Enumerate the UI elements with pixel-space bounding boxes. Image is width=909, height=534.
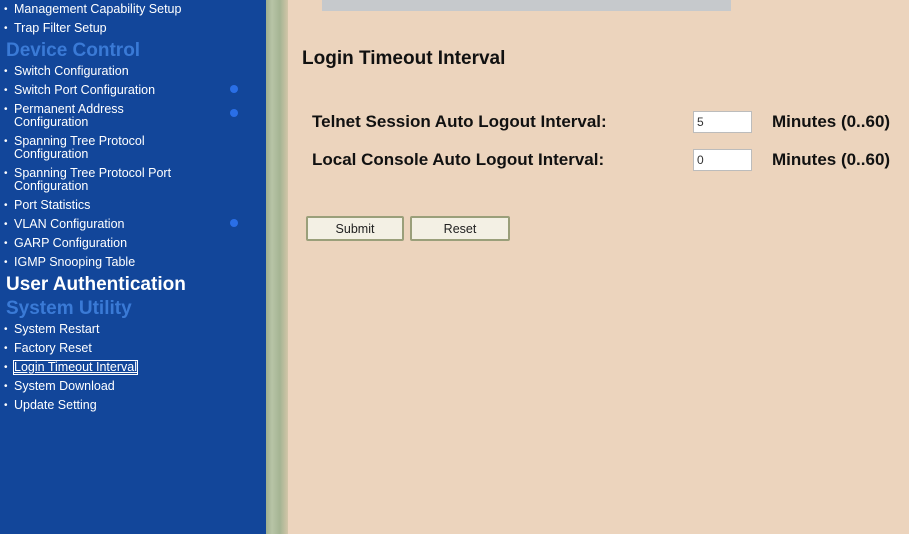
bullet-icon: • [4, 23, 8, 34]
sidebar-item-label: Switch Port Configuration [14, 83, 156, 97]
bullet-icon: • [4, 400, 8, 411]
sidebar-item-permanent-address-configuration[interactable]: • Permanent Address Configuration [4, 101, 266, 133]
frame-divider[interactable] [266, 0, 288, 534]
sidebar-item-switch-configuration[interactable]: • Switch Configuration [4, 63, 266, 82]
sidebar-item-label: Port Statistics [14, 198, 91, 212]
sidebar-item-switch-port-configuration[interactable]: • Switch Port Configuration [4, 82, 266, 101]
sidebar-item-vlan-configuration[interactable]: • VLAN Configuration [4, 216, 266, 235]
console-timeout-label: Local Console Auto Logout Interval: [312, 150, 605, 169]
sidebar-item-update-setting[interactable]: • Update Setting [4, 397, 266, 416]
sidebar-item-label: GARP Configuration [14, 236, 128, 250]
console-timeout-row: Local Console Auto Logout Interval: Minu… [312, 147, 909, 173]
sidebar-item-label: Login Timeout Interval [13, 360, 138, 375]
sidebar-item-label: Permanent Address Configuration [14, 102, 124, 129]
bullet-icon: • [4, 85, 8, 96]
sidebar-item-label: IGMP Snooping Table [14, 255, 136, 269]
bullet-icon: • [4, 136, 8, 147]
sidebar-item-label: Management Capability Setup [14, 2, 182, 16]
console-timeout-unit: Minutes (0..60) [772, 150, 891, 169]
bullet-icon: • [4, 200, 8, 211]
top-frame-bar [322, 0, 731, 11]
telnet-timeout-unit: Minutes (0..60) [772, 112, 891, 131]
sidebar-item-label: Trap Filter Setup [14, 21, 107, 35]
bullet-icon: • [4, 362, 8, 373]
section-header-system-utility[interactable]: System Utility [4, 297, 266, 321]
page-title: Login Timeout Interval [302, 48, 506, 69]
sidebar-item-label: System Download [14, 379, 115, 393]
section-header-user-authentication[interactable]: User Authentication [4, 273, 266, 297]
submit-button[interactable]: Submit [306, 216, 404, 241]
console-timeout-input[interactable] [693, 149, 752, 171]
sidebar-item-label: Spanning Tree Protocol Port Configuratio… [14, 166, 172, 193]
sidebar-item-label: Spanning Tree Protocol Configuration [14, 134, 145, 161]
sidebar-item-system-download[interactable]: • System Download [4, 378, 266, 397]
sidebar-item-label: VLAN Configuration [14, 217, 125, 231]
reset-button[interactable]: Reset [410, 216, 510, 241]
submenu-indicator-icon[interactable] [230, 109, 238, 117]
bullet-icon: • [4, 324, 8, 335]
sidebar-item-port-statistics[interactable]: • Port Statistics [4, 197, 266, 216]
sidebar-item-login-timeout-interval[interactable]: • Login Timeout Interval [4, 359, 266, 378]
sidebar-item-label: System Restart [14, 322, 100, 336]
bullet-icon: • [4, 66, 8, 77]
sidebar-item-garp-configuration[interactable]: • GARP Configuration [4, 235, 266, 254]
sidebar-item-igmp-snooping-table[interactable]: • IGMP Snooping Table [4, 254, 266, 273]
section-header-device-control[interactable]: Device Control [4, 39, 266, 63]
bullet-icon: • [4, 104, 8, 115]
bullet-icon: • [4, 168, 8, 179]
bullet-icon: • [4, 219, 8, 230]
sidebar-item-trap-filter-setup[interactable]: • Trap Filter Setup [4, 20, 266, 39]
sidebar-item-label: Update Setting [14, 398, 97, 412]
sidebar-item-spanning-tree-protocol-configuration[interactable]: • Spanning Tree Protocol Configuration [4, 133, 266, 165]
sidebar-item-management-capability-setup[interactable]: • Management Capability Setup [4, 1, 266, 20]
bullet-icon: • [4, 4, 8, 15]
sidebar-item-system-restart[interactable]: • System Restart [4, 321, 266, 340]
submenu-indicator-icon[interactable] [230, 85, 238, 93]
sidebar-item-factory-reset[interactable]: • Factory Reset [4, 340, 266, 359]
bullet-icon: • [4, 381, 8, 392]
sidebar-item-label: Switch Configuration [14, 64, 129, 78]
sidebar-item-spanning-tree-protocol-port-configuration[interactable]: • Spanning Tree Protocol Port Configurat… [4, 165, 266, 197]
telnet-timeout-label: Telnet Session Auto Logout Interval: [312, 112, 607, 131]
bullet-icon: • [4, 343, 8, 354]
telnet-timeout-input[interactable] [693, 111, 752, 133]
sidebar-nav: • Management Capability Setup • Trap Fil… [0, 0, 266, 534]
submenu-indicator-icon[interactable] [230, 219, 238, 227]
sidebar-item-label: Factory Reset [14, 341, 92, 355]
bullet-icon: • [4, 238, 8, 249]
telnet-timeout-row: Telnet Session Auto Logout Interval: Min… [312, 109, 909, 135]
bullet-icon: • [4, 257, 8, 268]
